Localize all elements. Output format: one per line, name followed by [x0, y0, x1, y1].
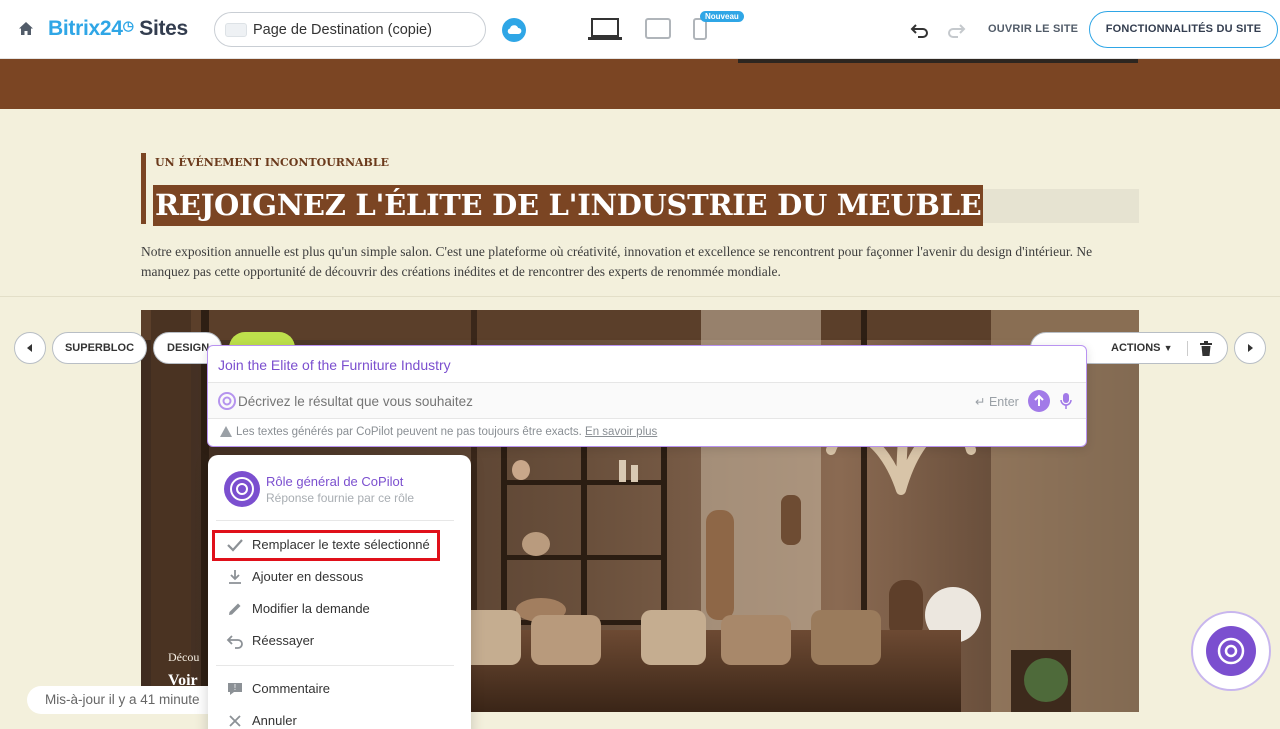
copilot-fab-button[interactable]: [1206, 626, 1256, 676]
open-site-link[interactable]: OUVRIR LE SITE: [988, 23, 1078, 35]
caret-right-icon: [1248, 344, 1253, 352]
superbloc-button[interactable]: SUPERBLOC: [52, 332, 147, 364]
block-divider: [0, 296, 1280, 297]
prev-block-button[interactable]: [14, 332, 46, 364]
copilot-icon: [218, 392, 236, 410]
clock-icon: ◷: [122, 18, 134, 33]
heading-accent-line: [141, 153, 146, 224]
pencil-icon: [229, 603, 241, 615]
warning-icon: [220, 426, 232, 437]
menu-item-cancel[interactable]: Annuler: [208, 707, 471, 729]
copilot-panel: Join the Elite of the Furniture Industry…: [207, 345, 1087, 447]
microphone-icon[interactable]: [1060, 392, 1072, 410]
actions-dropdown[interactable]: ACTIONS ▼: [1111, 342, 1172, 354]
menu-item-label: Modifier la demande: [252, 601, 370, 616]
page-name-field[interactable]: Page de Destination (copie): [214, 12, 486, 47]
enter-hint-label: Enter: [988, 395, 1019, 409]
redo-icon[interactable]: [946, 20, 966, 40]
home-icon[interactable]: [17, 20, 35, 38]
copilot-role-title[interactable]: Rôle général de CoPilot: [266, 474, 403, 489]
caret-down-icon: ▼: [1163, 343, 1173, 353]
copilot-disclaimer: Les textes générés par CoPilot peuvent n…: [220, 426, 657, 438]
close-icon: [229, 715, 241, 727]
logo-product: Sites: [139, 17, 188, 40]
menu-item-retry[interactable]: Réessayer: [208, 627, 471, 655]
trash-icon[interactable]: [1199, 341, 1213, 357]
copilot-action-menu: Rôle général de CoPilot Réponse fournie …: [208, 455, 471, 729]
last-updated-status: Mis-à-jour il y a 41 minute: [27, 686, 227, 714]
disclaimer-text: Les textes générés par CoPilot peuvent n…: [236, 426, 582, 438]
enter-hint: ↵ Enter: [975, 394, 1019, 409]
top-bar: Bitrix24◷ Sites Page de Destination (cop…: [0, 0, 1280, 59]
menu-item-label: Réessayer: [252, 633, 315, 648]
copilot-prompt-row: ↵ Enter: [208, 382, 1086, 419]
section-paragraph[interactable]: Notre exposition annuelle est plus qu'un…: [141, 242, 1121, 282]
return-arrow-icon: ↵: [975, 395, 986, 409]
retry-icon: [226, 635, 243, 649]
copilot-role-subtitle: Réponse fournie par ce rôle: [266, 491, 415, 505]
banner-edge: [738, 59, 1138, 63]
section-headline-selected[interactable]: REJOIGNEZ L'ÉLITE DE L'INDUSTRIE DU MEUB…: [153, 185, 984, 226]
menu-item-label: Annuler: [252, 713, 297, 728]
menu-item-label: Ajouter en dessous: [252, 569, 364, 584]
send-button[interactable]: [1028, 390, 1050, 412]
desktop-view-icon[interactable]: [588, 17, 622, 41]
copilot-prompt-input[interactable]: [238, 389, 958, 413]
menu-divider: [216, 665, 454, 666]
highlight-frame: [212, 530, 440, 561]
copilot-result-title: Join the Elite of the Furniture Industry: [218, 357, 451, 373]
learn-more-link[interactable]: En savoir plus: [585, 426, 657, 438]
menu-item-label: Commentaire: [252, 681, 331, 696]
menu-item-comment[interactable]: ! Commentaire: [208, 675, 471, 703]
page-name-text: Page de Destination (copie): [253, 22, 432, 38]
menu-item-edit-request[interactable]: Modifier la demande: [208, 595, 471, 623]
section-eyebrow[interactable]: UN ÉVÉNEMENT INCONTOURNABLE: [155, 156, 389, 169]
arrow-up-icon: [1034, 394, 1044, 406]
menu-item-add-below[interactable]: Ajouter en dessous: [208, 563, 471, 591]
logo-brand: Bitrix24: [48, 17, 123, 40]
download-icon: [229, 570, 241, 584]
menu-divider: [216, 520, 454, 521]
actions-separator: [1187, 341, 1188, 356]
bitrix-logo[interactable]: Bitrix24◷ Sites: [48, 17, 188, 41]
actions-label: ACTIONS: [1111, 342, 1161, 354]
svg-text:!: !: [234, 683, 236, 692]
new-badge: Nouveau: [700, 11, 744, 22]
copilot-icon: [1217, 637, 1245, 665]
copilot-role-avatar: [224, 471, 260, 507]
tablet-view-icon[interactable]: [645, 18, 671, 40]
site-features-button[interactable]: FONCTIONNALITÉS DU SITE: [1089, 11, 1278, 48]
photo-caption-top: Décou: [168, 650, 200, 664]
undo-icon[interactable]: [910, 20, 930, 40]
comment-icon: !: [228, 683, 242, 695]
caret-left-icon: [27, 344, 32, 352]
next-block-button[interactable]: [1234, 332, 1266, 364]
cloud-save-icon[interactable]: [502, 18, 526, 42]
page-thumbnail: [225, 23, 247, 37]
brown-banner: [0, 59, 1280, 109]
